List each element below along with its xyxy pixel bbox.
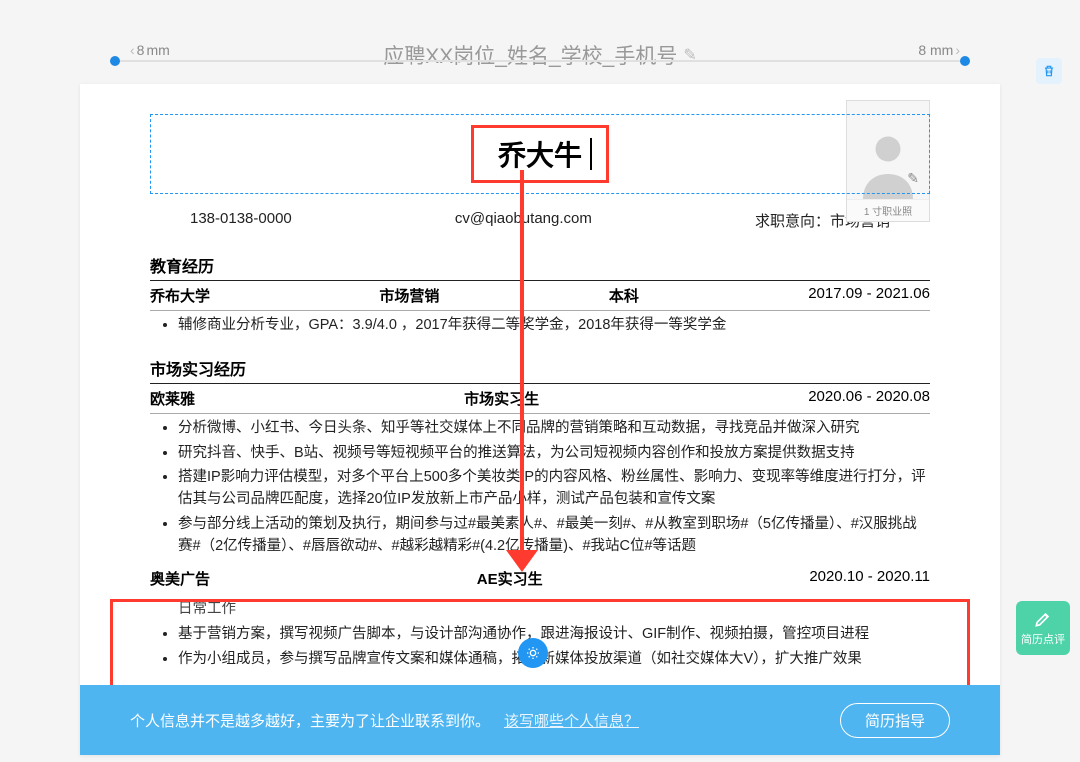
ruler-handle-left[interactable] (110, 56, 120, 66)
ruler-right-label: 8 mm› (918, 42, 960, 58)
education-row: 乔布大学 市场营销 本科 2017.09 - 2021.06 (150, 281, 930, 311)
chevron-left-icon[interactable]: ‹ (130, 42, 135, 58)
edit-title-icon[interactable]: ✎ (683, 45, 696, 65)
name-field[interactable]: 乔大牛 (471, 125, 609, 183)
internship-title: 市场实习经历 (150, 350, 930, 384)
exp1-row: 欧莱雅 市场实习生 2020.06 - 2020.08 (150, 384, 930, 414)
name-section[interactable]: 乔大牛 ✎ (150, 114, 930, 194)
lightbulb-icon[interactable] (518, 638, 548, 668)
education-title: 教育经历 (150, 247, 930, 281)
resume-review-float-button[interactable]: 简历点评 (1016, 601, 1070, 655)
tip-text: 个人信息并不是越多越好，主要为了让企业联系到你。 (130, 710, 490, 731)
exp1-bullets: 分析微博、小红书、今日头条、知乎等社交媒体上不同品牌的营销策略和互动数据，寻找竞… (150, 414, 930, 565)
list-item: 基于营销方案，撰写视频广告脚本，与设计部沟通协作，跟进海报设计、GIF制作、视频… (178, 624, 930, 646)
list-item: 参与部分线上活动的策划及执行，期间参与过#最美素人#、#最美一刻#、#从教室到职… (178, 514, 930, 558)
education-bullets: 辅修商业分析专业，GPA：3.9/4.0 ，2017年获得二等奖学金，2018年… (150, 311, 930, 344)
ruler-handle-right[interactable] (960, 56, 970, 66)
email: cv@qiaobutang.com (455, 210, 592, 231)
tip-link[interactable]: 该写哪些个人信息？ (504, 710, 639, 731)
list-item: 分析微博、小红书、今日头条、知乎等社交媒体上不同品牌的营销策略和互动数据，寻找竞… (178, 418, 930, 440)
delete-section-button[interactable] (1036, 58, 1062, 84)
list-item: 研究抖音、快手、B站、视频号等短视频平台的推送算法，为公司短视频内容创作和投放方… (178, 443, 930, 465)
exp2-subhead1: 日常工作 (150, 593, 930, 620)
exp2-row: 奥美广告 AE实习生 2020.10 - 2020.11 (150, 564, 930, 593)
ruler-left-label: ‹8mm (130, 42, 170, 58)
chevron-right-icon[interactable]: › (955, 42, 960, 58)
list-item: 搭建IP影响力评估模型，对多个平台上500多个美妆类IP的内容风格、粉丝属性、影… (178, 467, 930, 511)
edit-pencil-icon[interactable]: ✎ (907, 170, 919, 187)
document-title[interactable]: 应聘XX岗位_姓名_学校_手机号 (383, 40, 677, 70)
list-item: 辅修商业分析专业，GPA：3.9/4.0 ，2017年获得二等奖学金，2018年… (178, 315, 930, 337)
list-item: 作为小组成员，参与撰写品牌宣传文案和媒体通稿，拓展新媒体投放渠道（如社交媒体大V… (178, 649, 930, 671)
ruler-bar (110, 60, 970, 62)
tip-banner: 个人信息并不是越多越好，主要为了让企业联系到你。 该写哪些个人信息？ 简历指导 (80, 685, 1000, 755)
resume-guide-button[interactable]: 简历指导 (840, 703, 950, 738)
phone: 138-0138-0000 (190, 210, 292, 231)
contact-row: 138-0138-0000 cv@qiaobutang.com 求职意向：市场营… (150, 204, 930, 241)
